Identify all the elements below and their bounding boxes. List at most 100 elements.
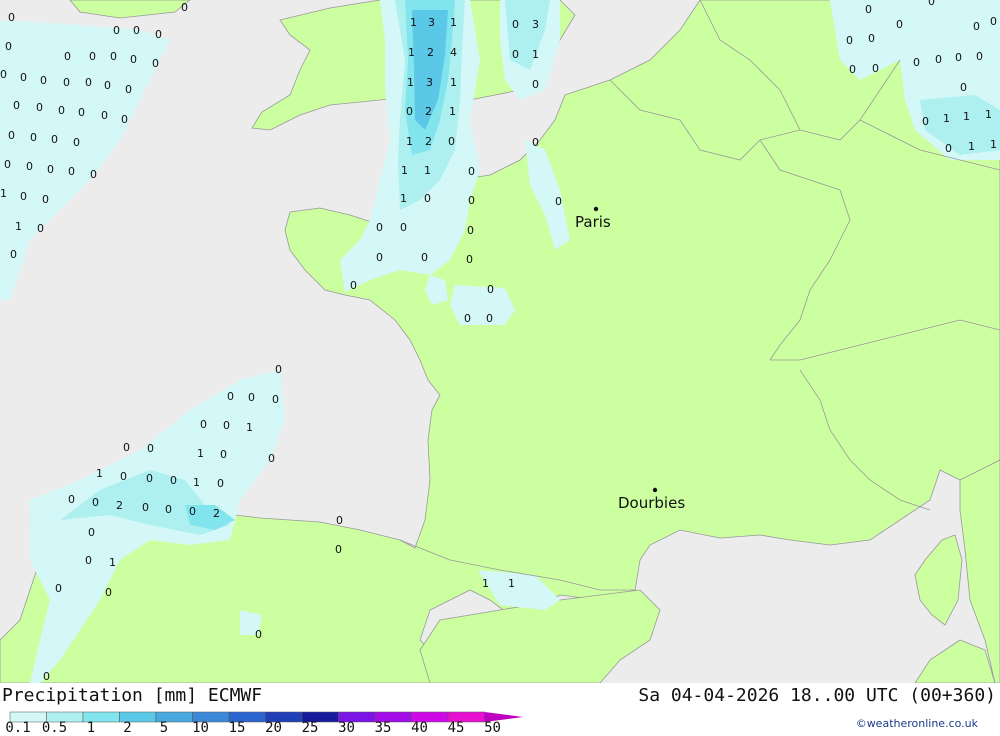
- svg-text:0: 0: [89, 50, 96, 63]
- svg-text:0: 0: [36, 101, 43, 114]
- svg-text:0: 0: [43, 670, 50, 683]
- map-title: Precipitation [mm] ECMWF: [2, 685, 263, 706]
- svg-text:0: 0: [223, 419, 230, 432]
- svg-text:0: 0: [227, 390, 234, 403]
- svg-text:2: 2: [427, 46, 434, 59]
- svg-text:0: 0: [78, 106, 85, 119]
- svg-text:0: 0: [90, 168, 97, 181]
- svg-text:0: 0: [406, 105, 413, 118]
- svg-text:0: 0: [113, 24, 120, 37]
- svg-text:0: 0: [945, 142, 952, 155]
- svg-text:1: 1: [408, 46, 415, 59]
- svg-text:1: 1: [96, 467, 103, 480]
- svg-text:1: 1: [450, 76, 457, 89]
- svg-text:0: 0: [448, 135, 455, 148]
- svg-text:1: 1: [963, 110, 970, 123]
- svg-text:0: 0: [555, 195, 562, 208]
- svg-text:0: 0: [376, 251, 383, 264]
- svg-text:1: 1: [985, 108, 992, 121]
- svg-text:2: 2: [213, 507, 220, 520]
- svg-text:0: 0: [350, 279, 357, 292]
- svg-text:1: 1: [449, 105, 456, 118]
- svg-text:0: 0: [147, 442, 154, 455]
- svg-text:0: 0: [922, 115, 929, 128]
- svg-text:0: 0: [123, 441, 130, 454]
- svg-text:1: 1: [246, 421, 253, 434]
- legend-tick: 20: [265, 720, 282, 736]
- svg-text:0: 0: [8, 129, 15, 142]
- svg-text:4: 4: [450, 46, 457, 59]
- legend-tick: 50: [484, 720, 501, 736]
- svg-text:1: 1: [482, 577, 489, 590]
- svg-text:0: 0: [400, 221, 407, 234]
- svg-text:0: 0: [110, 50, 117, 63]
- svg-text:0: 0: [960, 81, 967, 94]
- svg-text:0: 0: [248, 391, 255, 404]
- svg-text:0: 0: [55, 582, 62, 595]
- svg-text:0: 0: [104, 79, 111, 92]
- svg-text:0: 0: [468, 165, 475, 178]
- map-svg: 131 03 124 01 131 0 021 120 0 110 100 0 …: [0, 0, 1000, 683]
- svg-text:0: 0: [73, 136, 80, 149]
- svg-text:1: 1: [424, 164, 431, 177]
- svg-text:0: 0: [846, 34, 853, 47]
- map-footer: Precipitation [mm] ECMWF Sa 04-04-2026 1…: [0, 683, 1000, 736]
- legend-tick: 45: [447, 720, 465, 736]
- svg-text:0: 0: [10, 248, 17, 261]
- legend-tick: 5: [159, 720, 169, 736]
- svg-text:0: 0: [68, 165, 75, 178]
- svg-text:0: 0: [532, 136, 539, 149]
- svg-text:0: 0: [85, 554, 92, 567]
- svg-text:0: 0: [973, 20, 980, 33]
- svg-text:3: 3: [426, 76, 433, 89]
- svg-text:0: 0: [928, 0, 935, 8]
- svg-text:0: 0: [42, 193, 49, 206]
- legend-tick: 1: [86, 720, 96, 736]
- svg-text:0: 0: [8, 11, 15, 24]
- legend-tick: 10: [192, 720, 209, 736]
- svg-text:0: 0: [464, 312, 471, 325]
- svg-text:0: 0: [990, 15, 997, 28]
- svg-text:0: 0: [220, 448, 227, 461]
- svg-text:0: 0: [30, 131, 37, 144]
- svg-text:1: 1: [410, 16, 417, 29]
- svg-text:0: 0: [275, 363, 282, 376]
- credit-text[interactable]: ©weatheronline.co.uk: [856, 717, 978, 730]
- svg-text:0: 0: [51, 133, 58, 146]
- legend-tick: 0.5: [41, 720, 68, 736]
- svg-text:0: 0: [335, 543, 342, 556]
- svg-text:0: 0: [189, 505, 196, 518]
- svg-text:1: 1: [400, 192, 407, 205]
- svg-text:1: 1: [968, 140, 975, 153]
- svg-text:0: 0: [272, 393, 279, 406]
- svg-text:0: 0: [121, 113, 128, 126]
- svg-text:2: 2: [116, 499, 123, 512]
- svg-text:0: 0: [5, 40, 12, 53]
- city-label-paris: Paris: [575, 213, 611, 231]
- svg-text:1: 1: [15, 220, 22, 233]
- svg-text:0: 0: [47, 163, 54, 176]
- svg-text:0: 0: [872, 62, 879, 75]
- svg-text:3: 3: [532, 18, 539, 31]
- svg-text:0: 0: [155, 28, 162, 41]
- svg-text:0: 0: [64, 50, 71, 63]
- map-datetime: Sa 04-04-2026 18..00 UTC (00+360): [638, 685, 996, 706]
- city-dot: [593, 206, 599, 212]
- svg-text:0: 0: [105, 586, 112, 599]
- svg-text:0: 0: [125, 83, 132, 96]
- svg-text:1: 1: [401, 164, 408, 177]
- svg-text:0: 0: [868, 32, 875, 45]
- svg-text:0: 0: [85, 76, 92, 89]
- svg-text:0: 0: [20, 190, 27, 203]
- legend-tick: 25: [301, 720, 319, 736]
- svg-text:0: 0: [865, 3, 872, 16]
- svg-text:0: 0: [40, 74, 47, 87]
- svg-text:0: 0: [68, 493, 75, 506]
- svg-text:0: 0: [268, 452, 275, 465]
- svg-text:0: 0: [976, 50, 983, 63]
- svg-text:0: 0: [255, 628, 262, 641]
- svg-text:0: 0: [486, 312, 493, 325]
- svg-text:3: 3: [428, 16, 435, 29]
- svg-text:0: 0: [955, 51, 962, 64]
- svg-text:0: 0: [165, 503, 172, 516]
